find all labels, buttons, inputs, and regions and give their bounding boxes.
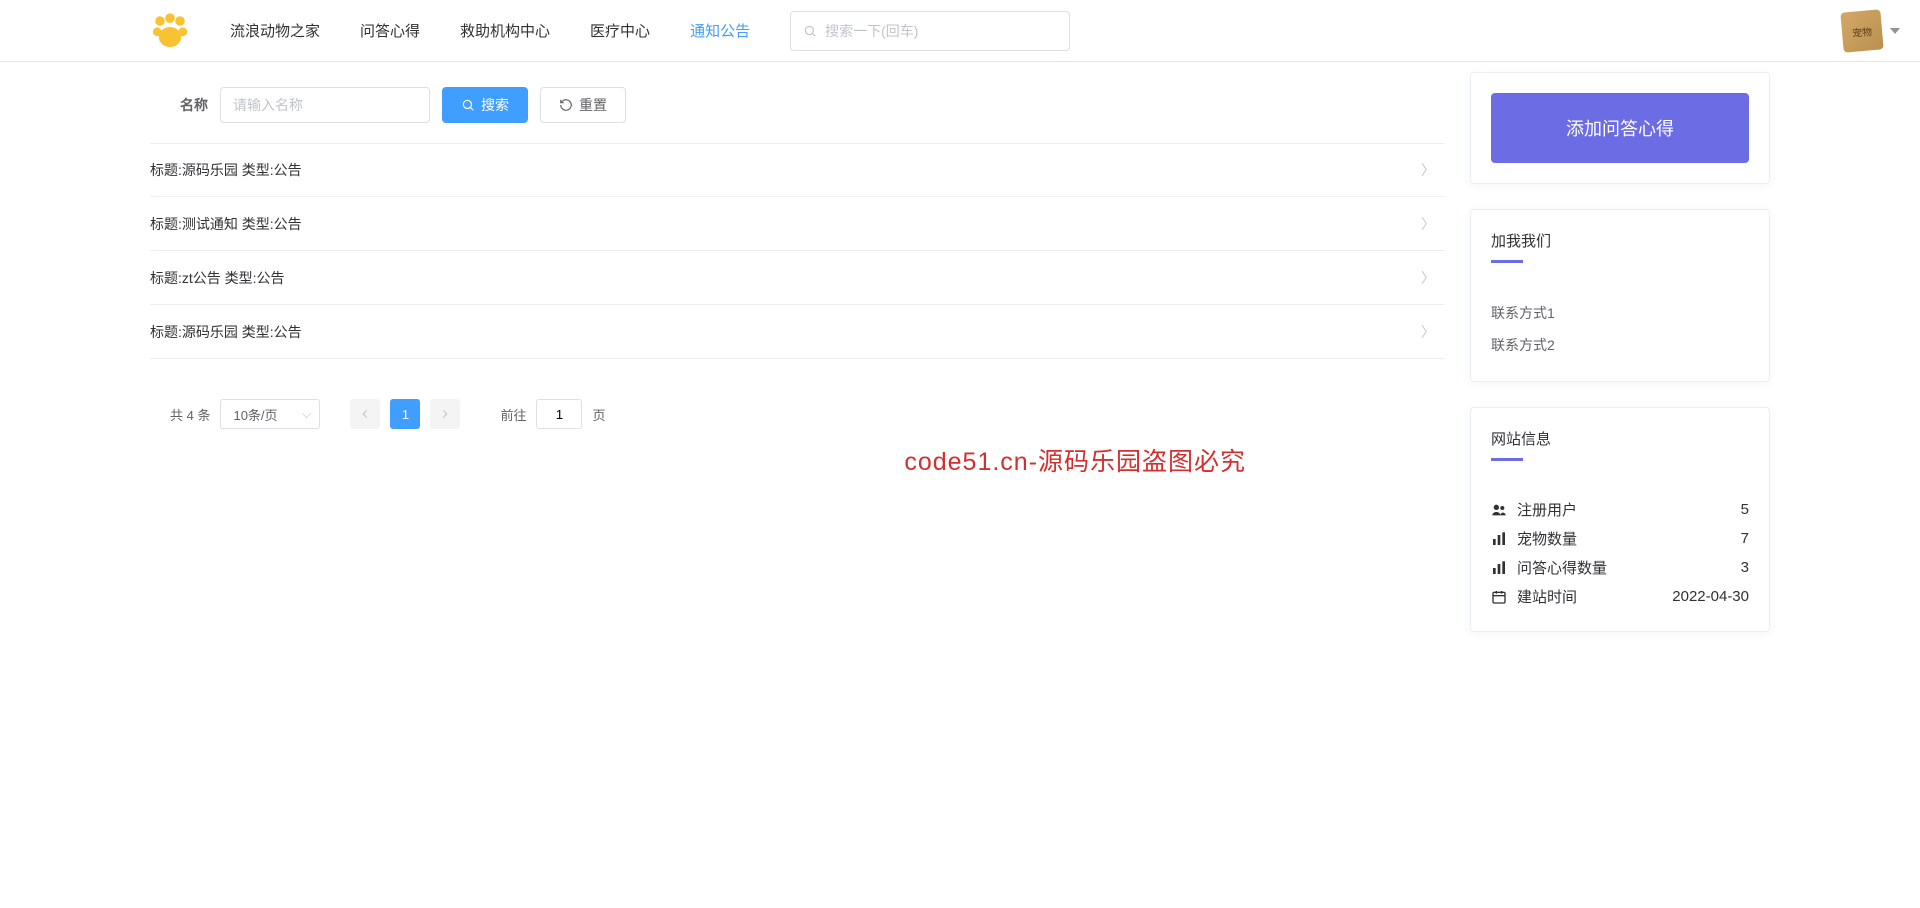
search-input[interactable] (825, 23, 1057, 39)
list-item[interactable]: 标题:测试通知 类型:公告 〉 (150, 197, 1445, 251)
prev-page-button[interactable] (350, 399, 380, 429)
global-search[interactable] (790, 11, 1070, 51)
refresh-icon (559, 98, 573, 112)
site-info-card: 网站信息 注册用户 5 宠物数量 7 问答心得数量 3 建站时间 2022-04… (1470, 407, 1770, 632)
filter-label: 名称 (180, 95, 208, 115)
main-nav: 流浪动物之家 问答心得 救助机构中心 医疗中心 通知公告 (230, 20, 750, 41)
nav-item-home[interactable]: 流浪动物之家 (230, 20, 320, 41)
list-item[interactable]: 标题:源码乐园 类型:公告 〉 (150, 143, 1445, 197)
nav-item-rescue[interactable]: 救助机构中心 (460, 20, 550, 41)
stats-value: 7 (1741, 530, 1749, 547)
chevron-down-icon: ⌵ (302, 406, 312, 422)
join-title: 加我我们 (1491, 230, 1749, 263)
stats-row: 建站时间 2022-04-30 (1491, 582, 1749, 611)
info-title: 网站信息 (1491, 428, 1749, 461)
name-input[interactable] (220, 87, 430, 123)
chart-icon (1491, 560, 1507, 576)
list-item-title: 标题:测试通知 类型:公告 (150, 214, 302, 234)
page-number-button[interactable]: 1 (390, 399, 420, 429)
list-item-title: 标题:源码乐园 类型:公告 (150, 160, 302, 180)
notice-list: 标题:源码乐园 类型:公告 〉 标题:测试通知 类型:公告 〉 标题:zt公告 … (150, 143, 1445, 359)
chevron-right-icon: 〉 (1421, 214, 1435, 234)
list-item[interactable]: 标题:源码乐园 类型:公告 〉 (150, 305, 1445, 359)
list-item-title: 标题:zt公告 类型:公告 (150, 268, 285, 288)
stats-row: 宠物数量 7 (1491, 524, 1749, 553)
stats-row: 注册用户 5 (1491, 495, 1749, 524)
contact-item: 联系方式2 (1491, 329, 1749, 361)
page-size-select[interactable]: 10条/页 ⌵ (220, 399, 320, 429)
list-item[interactable]: 标题:zt公告 类型:公告 〉 (150, 251, 1445, 305)
add-card: 添加问答心得 (1470, 72, 1770, 184)
filter-bar: 名称 搜索 重置 (150, 72, 1445, 143)
avatar[interactable]: 宠物 (1840, 9, 1883, 52)
chevron-down-icon (1890, 28, 1900, 34)
contact-item: 联系方式1 (1491, 297, 1749, 329)
chevron-right-icon: 〉 (1421, 268, 1435, 288)
search-icon (461, 98, 475, 112)
stats-value: 5 (1741, 501, 1749, 518)
stats-row: 问答心得数量 3 (1491, 553, 1749, 582)
search-icon (803, 24, 817, 38)
total-count: 共 4 条 (170, 405, 210, 424)
search-button[interactable]: 搜索 (442, 87, 528, 123)
add-qa-button[interactable]: 添加问答心得 (1491, 93, 1749, 163)
users-icon (1491, 502, 1507, 518)
stats-value: 3 (1741, 559, 1749, 576)
nav-item-notice[interactable]: 通知公告 (690, 20, 750, 41)
goto-suffix: 页 (592, 405, 605, 424)
goto-prefix: 前往 (500, 405, 526, 424)
goto-page-input[interactable] (536, 399, 582, 429)
next-page-button[interactable] (430, 399, 460, 429)
chevron-left-icon (358, 407, 372, 421)
logo[interactable] (150, 11, 190, 51)
chevron-right-icon: 〉 (1421, 322, 1435, 342)
join-card: 加我我们 联系方式1 联系方式2 (1470, 209, 1770, 382)
chevron-right-icon: 〉 (1421, 160, 1435, 180)
reset-button[interactable]: 重置 (540, 87, 626, 123)
calendar-icon (1491, 589, 1507, 605)
nav-item-qa[interactable]: 问答心得 (360, 20, 420, 41)
user-menu[interactable]: 宠物 (1842, 11, 1900, 51)
nav-item-medical[interactable]: 医疗中心 (590, 20, 650, 41)
chart-icon (1491, 531, 1507, 547)
stats-value: 2022-04-30 (1672, 588, 1749, 605)
chevron-right-icon (438, 407, 452, 421)
pagination: 共 4 条 10条/页 ⌵ 1 前往 页 (150, 359, 1445, 429)
list-item-title: 标题:源码乐园 类型:公告 (150, 322, 302, 342)
header: 流浪动物之家 问答心得 救助机构中心 医疗中心 通知公告 宠物 (0, 0, 1920, 62)
